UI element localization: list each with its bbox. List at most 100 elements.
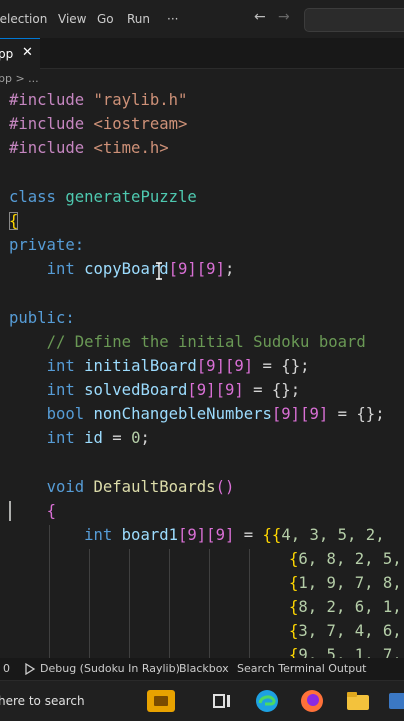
class-keyword: class [9,188,56,206]
code-comment: // Define the initial Sudoku board [46,333,366,351]
include-path: <iostream> [93,115,188,133]
semicolon: ; [224,260,235,278]
indent-guide [249,549,250,658]
menu-view[interactable]: View [58,12,86,26]
code-line-board-row: {8, 2, 6, 1, [289,595,402,619]
taskbar-search[interactable]: here to search [0,685,130,717]
assignment: = [102,429,132,447]
code-line-public: public: [9,306,75,330]
access-specifier: private: [9,236,85,254]
number-list: 1, 9, 7, 8, [298,574,402,592]
back-arrow-icon[interactable]: ← [254,9,266,25]
initializer: = {}; [243,381,301,399]
task-view-icon[interactable] [208,687,236,715]
preproc-keyword: #include [9,115,85,133]
blackbox-item[interactable]: Blackbox [179,662,229,675]
indent-guide [169,549,170,658]
assignment: = [234,526,263,544]
menu-selection[interactable]: Selection [0,12,47,26]
tab-editor-file[interactable]: pp ✕ [0,38,40,69]
code-line-class: class generatePuzzle [9,185,197,209]
type-keyword: int [84,526,113,544]
indent-guide [89,549,90,658]
tab-bar: pp ✕ [0,38,404,69]
firefox-icon[interactable] [298,687,326,715]
edge-browser-icon[interactable] [253,687,281,715]
code-line-board-row: {9, 5, 1, 7, [289,643,402,658]
variable-name: solvedBoard [84,381,188,399]
access-specifier: public: [9,309,75,327]
breadcrumb: pp > ... [0,68,404,90]
preproc-keyword: #include [9,91,85,109]
function-name: DefaultBoards [93,478,216,496]
include-path: "raylib.h" [93,91,188,109]
code-line-include-time: #include <time.h> [9,136,169,160]
code-line-open-brace: { [9,209,19,233]
type-keyword: void [46,478,85,496]
brace: { [289,550,299,568]
code-line-private: private: [9,233,84,257]
number-list: 6, 8, 2, 5, [298,550,402,568]
initializer: = {}; [253,357,310,375]
code-line-id: int id = 0; [9,426,150,450]
type-keyword: int [46,429,75,447]
variable-name: id [84,429,103,447]
brace: { [289,598,299,616]
initializer: = {}; [328,405,385,423]
type-keyword: bool [46,405,85,423]
semicolon: ; [140,429,150,447]
code-line-board-row: {6, 8, 2, 5, [289,547,402,571]
class-name: generatePuzzle [65,188,197,206]
code-line-board1: int board1[9][9] = {{4, 3, 5, 2, [9,523,385,547]
variable-name: initialBoard [84,357,197,375]
menu-bar: Selection View Go Run ··· ← → [0,0,404,38]
app-icon[interactable] [386,687,404,715]
code-line-solvedboard: int solvedBoard[9][9] = {}; [9,378,301,402]
ibeam-cursor-icon [156,262,162,280]
number-list: 9, 5, 1, 7, [298,646,402,658]
brace: { [289,646,299,658]
type-keyword: int [46,381,75,399]
forward-arrow-icon[interactable]: → [278,9,290,25]
debug-config[interactable]: Debug (Sudoku In Raylib) [40,662,180,675]
windows-taskbar: here to search [0,680,404,721]
number-list: 3, 7, 4, 6, [298,622,402,640]
debug-icon[interactable] [24,663,36,675]
number-list: 4, 3, 5, 2, [281,526,385,544]
problems-count[interactable]: 0 [3,662,10,675]
code-line-include-iostream: #include <iostream> [9,112,187,136]
code-line-nonchange: bool nonChangebleNumbers[9][9] = {}; [9,402,385,426]
parentheses: () [215,478,235,496]
file-explorer-icon[interactable] [344,687,372,715]
close-icon[interactable]: ✕ [22,45,33,60]
code-line-board-row: {1, 9, 7, 8, [289,571,402,595]
brace: { [289,574,299,592]
variable-name: board1 [121,526,179,544]
code-line-initialboard: int initialBoard[9][9] = {}; [9,354,310,378]
code-line-board-row: {3, 7, 4, 6, [289,619,402,643]
code-line-function-brace: { [9,499,56,523]
widget-app-icon[interactable] [146,687,176,715]
code-line-function: void DefaultBoards() [9,475,235,499]
code-line-comment: // Define the initial Sudoku board [9,330,366,354]
breadcrumb-path[interactable]: pp > ... [0,72,39,85]
menu-go[interactable]: Go [97,12,114,26]
search-terminal-output[interactable]: Search Terminal Output [237,662,366,675]
brace: { [289,622,299,640]
code-editor[interactable]: #include "raylib.h" #include <iostream> … [0,90,404,658]
preproc-keyword: #include [9,139,85,157]
number-list: 8, 2, 6, 1, [298,598,402,616]
menu-run[interactable]: Run [127,12,150,26]
type-keyword: int [46,260,75,278]
status-bar: 0 Debug (Sudoku In Raylib) Blackbox Sear… [0,658,404,680]
brace: {{ [262,526,282,544]
tab-label: pp [0,47,14,61]
command-center-search[interactable] [304,8,404,32]
menu-more[interactable]: ··· [167,12,178,26]
variable-name: nonChangebleNumbers [93,405,272,423]
array-dims: [9][9] [178,526,235,544]
include-path: <time.h> [93,139,169,157]
indent-guide [209,549,210,658]
brace-highlight: { [9,212,19,230]
indent-guide [129,549,130,658]
